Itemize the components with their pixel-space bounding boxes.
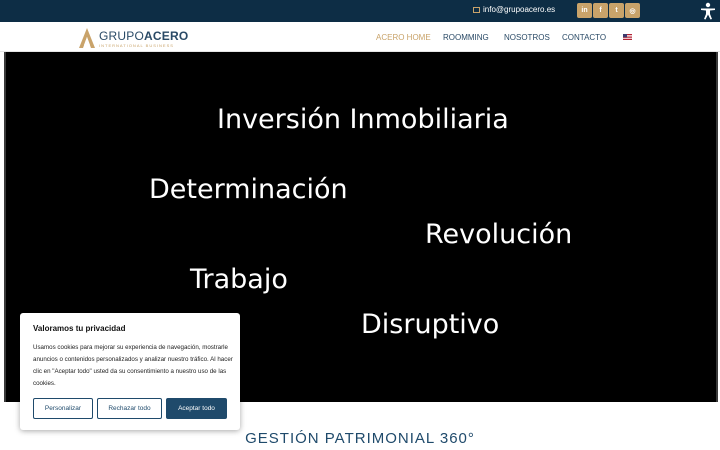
- facebook-icon[interactable]: f: [593, 3, 608, 18]
- hero-word: Inversión Inmobiliaria: [217, 104, 509, 135]
- logo-tagline: INTERNATIONAL BUSINESS: [99, 43, 174, 48]
- instagram-icon[interactable]: ◎: [625, 3, 640, 18]
- cookie-body: Usamos cookies para mejorar su experienc…: [33, 344, 233, 387]
- logo-mark-icon: [79, 28, 95, 48]
- mail-icon: [473, 6, 480, 13]
- hero-word: Determinación: [149, 174, 348, 205]
- cookie-consent-dialog: Valoramos tu privacidad Usamos cookies p…: [20, 313, 240, 430]
- logo[interactable]: GRUPOACERO INTERNATIONAL BUSINESS: [78, 26, 188, 50]
- section-title: GESTIÓN PATRIMONIAL 360°: [245, 430, 475, 447]
- nav-roomming[interactable]: ROOMMING: [443, 33, 489, 42]
- nav-acero-home[interactable]: ACERO HOME: [376, 33, 431, 42]
- email-link[interactable]: info@grupoacero.es: [473, 5, 555, 14]
- email-text: info@grupoacero.es: [483, 5, 556, 14]
- linkedin-icon[interactable]: in: [577, 3, 592, 18]
- accessibility-icon[interactable]: [696, 0, 720, 22]
- hero-word: Revolución: [425, 219, 573, 250]
- hero-edge-right: [716, 52, 718, 402]
- accept-all-button[interactable]: Aceptar todo: [166, 398, 227, 419]
- customize-button[interactable]: Personalizar: [33, 398, 93, 419]
- hero-word: Disruptivo: [361, 309, 500, 340]
- top-bar: info@grupoacero.es in f t ◎: [0, 0, 720, 22]
- twitter-icon[interactable]: t: [609, 3, 624, 18]
- hero-edge-left: [4, 52, 6, 402]
- us-flag-icon[interactable]: [623, 34, 632, 40]
- logo-text: GRUPOACERO: [99, 29, 189, 43]
- reject-all-button[interactable]: Rechazar todo: [97, 398, 162, 419]
- hero-word: Trabajo: [190, 264, 288, 295]
- nav-contacto[interactable]: CONTACTO: [562, 33, 606, 42]
- cookie-title: Valoramos tu privacidad: [33, 324, 126, 333]
- nav-nosotros[interactable]: NOSOTROS: [504, 33, 550, 42]
